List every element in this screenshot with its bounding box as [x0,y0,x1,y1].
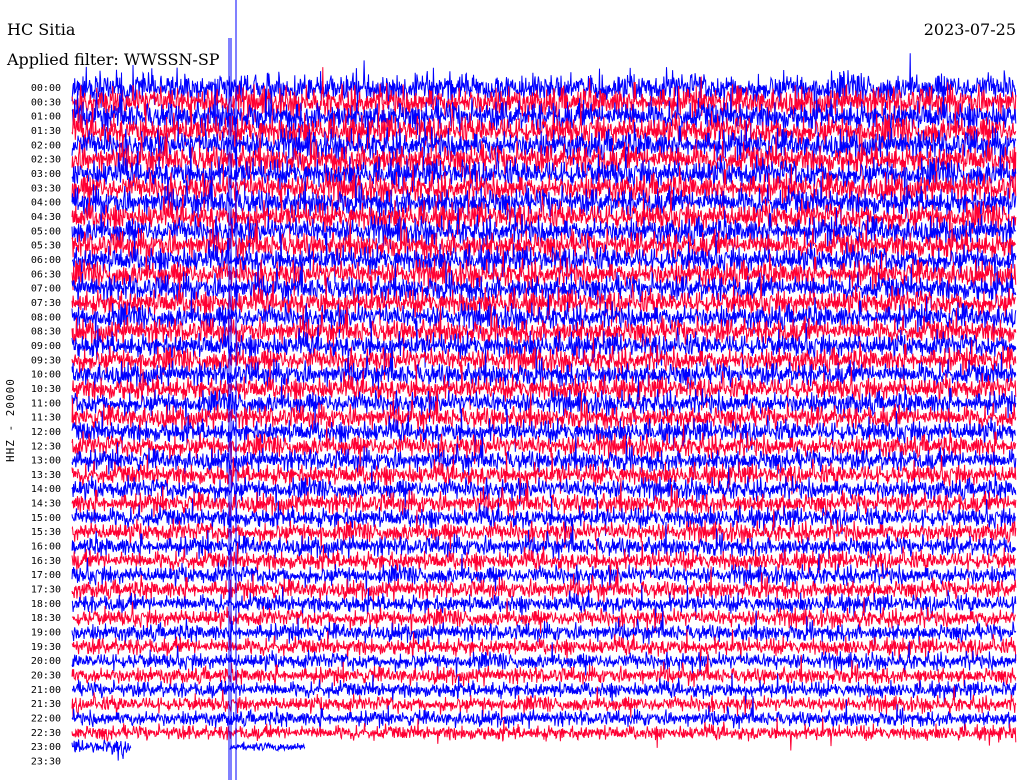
row-label: 04:00 [31,198,61,209]
row-label: 15:30 [31,527,61,538]
row-label: 08:00 [31,312,61,323]
row-label: 05:00 [31,226,61,237]
row-label: 22:30 [31,728,61,739]
row-label: 04:30 [31,212,61,223]
row-label: 01:00 [31,112,61,123]
row-label: 03:30 [31,183,61,194]
row-label: 06:00 [31,255,61,266]
trace-row-20:30 [71,651,1017,690]
row-label: 18:00 [31,599,61,610]
row-label: 10:30 [31,384,61,395]
row-label: 12:00 [31,427,61,438]
row-label: 21:30 [31,699,61,710]
row-label: 09:00 [31,341,61,352]
row-label: 05:30 [31,241,61,252]
row-label: 23:30 [31,757,61,768]
row-label: 20:30 [31,671,61,682]
row-label: 07:30 [31,298,61,309]
row-label: 06:30 [31,269,61,280]
row-label: 02:00 [31,140,61,151]
row-label: 20:00 [31,656,61,667]
row-label: 03:00 [31,169,61,180]
row-label: 15:00 [31,513,61,524]
row-label: 13:30 [31,470,61,481]
row-label: 13:00 [31,456,61,467]
row-label: 21:00 [31,685,61,696]
row-label: 08:30 [31,327,61,338]
row-label: 10:00 [31,370,61,381]
row-labels: 00:00 00:30 01:00 01:30 02:00 02:30 03:00 03:30… [31,83,61,768]
row-label: 14:00 [31,484,61,495]
row-label: 01:30 [31,126,61,137]
row-label: 00:00 [31,83,61,94]
row-label: 16:00 [31,542,61,553]
row-label: 19:00 [31,628,61,639]
row-label: 17:00 [31,570,61,581]
row-label: 14:30 [31,499,61,510]
row-label: 09:30 [31,355,61,366]
row-label: 18:30 [31,613,61,624]
row-label: 17:30 [31,585,61,596]
row-label: 12:30 [31,441,61,452]
row-label: 16:30 [31,556,61,567]
trace-row-23:00-segment [229,741,306,752]
trace-row-23:00 [71,739,132,761]
row-label: 11:30 [31,413,61,424]
row-label: 00:30 [31,97,61,108]
row-label: 19:30 [31,642,61,653]
row-label: 22:00 [31,714,61,725]
row-label: 23:00 [31,742,61,753]
traces [71,53,1017,761]
row-label: 07:00 [31,284,61,295]
seismogram-plot: 00:00 00:30 01:00 01:30 02:00 02:30 03:00 03:30… [31,0,1017,780]
row-label: 11:00 [31,398,61,409]
row-label: 02:30 [31,155,61,166]
